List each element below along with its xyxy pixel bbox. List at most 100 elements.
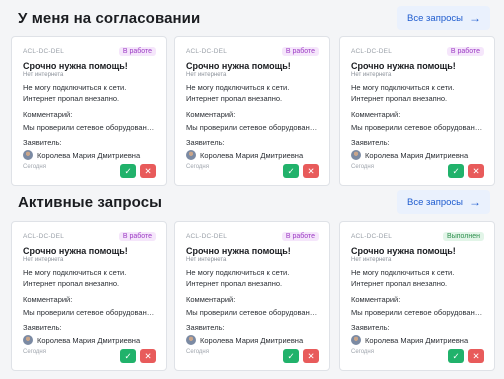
applicant-label: Заявитель: [351, 138, 390, 147]
avatar [23, 335, 33, 345]
all-requests-button[interactable]: Все запросы → [397, 190, 490, 214]
request-title: Срочно нужна помощь! [351, 246, 456, 256]
description-line: Интернет пропал внезапно. [186, 278, 283, 288]
all-requests-button[interactable]: Все запросы → [397, 6, 490, 30]
reject-button[interactable]: ✕ [303, 164, 319, 178]
applicant-label: Заявитель: [23, 138, 62, 147]
approve-button[interactable]: ✓ [283, 164, 299, 178]
request-subtitle: Нет интернета [186, 72, 227, 78]
arrow-right-icon: → [469, 195, 481, 209]
status-badge: В работе [281, 231, 319, 241]
request-code: ACL-DC-DEL [351, 47, 393, 55]
check-icon: ✓ [287, 350, 295, 361]
check-icon: ✓ [452, 165, 460, 176]
request-code: ACL-DC-DEL [23, 232, 65, 240]
request-subtitle: Нет интернета [351, 72, 392, 78]
request-code: ACL-DC-DEL [351, 232, 393, 240]
all-requests-label: Все запросы [407, 12, 463, 24]
request-card[interactable]: ACL-DC-DEL В работе Срочно нужна помощь!… [11, 221, 167, 371]
request-subtitle: Нет интернета [186, 257, 227, 263]
card-actions: ✓ ✕ [448, 349, 484, 363]
description-line: Интернет пропал внезапно. [186, 93, 283, 103]
comment-label: Комментарий: [351, 295, 401, 304]
approve-button[interactable]: ✓ [448, 164, 464, 178]
description-line: Интернет пропал внезапно. [23, 278, 120, 288]
applicant-name: Королева Мария Дмитриевна [365, 335, 469, 345]
close-icon: ✕ [307, 165, 315, 176]
description-line: Не могу подключиться к сети. [351, 83, 455, 92]
description-line: Не могу подключиться к сети. [23, 83, 127, 92]
request-card[interactable]: ACL-DC-DEL В работе Срочно нужна помощь!… [174, 221, 330, 371]
comment-label: Комментарий: [186, 295, 236, 304]
request-title: Срочно нужна помощь! [23, 246, 128, 256]
request-card[interactable]: ACL-DC-DEL В работе Срочно нужна помощь!… [174, 36, 330, 186]
reject-button[interactable]: ✕ [140, 349, 156, 363]
request-subtitle: Нет интернета [23, 257, 64, 263]
section-header-approval: У меня на согласовании Все запросы → [18, 5, 490, 31]
request-description: Не могу подключиться к сети. Интернет пр… [351, 83, 484, 104]
applicant-label: Заявитель: [23, 323, 62, 332]
avatar [186, 150, 196, 160]
reject-button[interactable]: ✕ [468, 164, 484, 178]
card-actions: ✓ ✕ [448, 164, 484, 178]
card-actions: ✓ ✕ [120, 164, 156, 178]
request-title: Срочно нужна помощь! [186, 246, 291, 256]
request-card[interactable]: ACL-DC-DEL В работе Срочно нужна помощь!… [11, 36, 167, 186]
request-description: Не могу подключиться к сети. Интернет пр… [186, 268, 319, 289]
approve-button[interactable]: ✓ [120, 349, 136, 363]
section-title: Активные запросы [18, 193, 163, 211]
comment-label: Комментарий: [23, 295, 73, 304]
description-line: Не могу подключиться к сети. [186, 83, 290, 92]
applicant-label: Заявитель: [351, 323, 390, 332]
request-card[interactable]: ACL-DC-DEL В работе Срочно нужна помощь!… [339, 36, 495, 186]
description-line: Не могу подключиться к сети. [23, 268, 127, 277]
section-header-active: Активные запросы Все запросы → [18, 189, 490, 215]
comment-label: Комментарий: [186, 110, 236, 119]
applicant: Королева Мария Дмитриевна [186, 150, 319, 160]
cards-row-active: ACL-DC-DEL В работе Срочно нужна помощь!… [11, 221, 495, 371]
approve-button[interactable]: ✓ [448, 349, 464, 363]
applicant-name: Королева Мария Дмитриевна [200, 150, 304, 160]
close-icon: ✕ [472, 165, 480, 176]
applicant-label: Заявитель: [186, 138, 225, 147]
description-line: Не могу подключиться к сети. [351, 268, 455, 277]
description-line: Не могу подключиться к сети. [186, 268, 290, 277]
applicant-name: Королева Мария Дмитриевна [365, 150, 469, 160]
comment-text: Мы проверили сетевое оборудовани... [351, 123, 484, 132]
avatar [186, 335, 196, 345]
request-subtitle: Нет интернета [23, 72, 64, 78]
all-requests-label: Все запросы [407, 196, 463, 208]
applicant-name: Королева Мария Дмитриевна [37, 150, 141, 160]
applicant: Королева Мария Дмитриевна [23, 335, 156, 345]
status-badge: Выполнен [443, 231, 484, 241]
description-line: Интернет пропал внезапно. [351, 278, 448, 288]
comment-text: Мы проверили сетевое оборудовани... [23, 308, 156, 317]
card-actions: ✓ ✕ [283, 164, 319, 178]
request-description: Не могу подключиться к сети. Интернет пр… [186, 83, 319, 104]
approve-button[interactable]: ✓ [283, 349, 299, 363]
description-line: Интернет пропал внезапно. [351, 93, 448, 103]
comment-text: Мы проверили сетевое оборудовани... [23, 123, 156, 132]
arrow-right-icon: → [469, 11, 481, 25]
request-card[interactable]: ACL-DC-DEL Выполнен Срочно нужна помощь!… [339, 221, 495, 371]
request-description: Не могу подключиться к сети. Интернет пр… [351, 268, 484, 289]
check-icon: ✓ [287, 165, 295, 176]
reject-button[interactable]: ✕ [468, 349, 484, 363]
request-title: Срочно нужна помощь! [23, 61, 128, 71]
approve-button[interactable]: ✓ [120, 164, 136, 178]
avatar [351, 335, 361, 345]
request-code: ACL-DC-DEL [186, 232, 228, 240]
reject-button[interactable]: ✕ [303, 349, 319, 363]
applicant: Королева Мария Дмитриевна [186, 335, 319, 345]
check-icon: ✓ [124, 165, 132, 176]
comment-text: Мы проверили сетевое оборудовани... [186, 308, 319, 317]
reject-button[interactable]: ✕ [140, 164, 156, 178]
applicant: Королева Мария Дмитриевна [351, 150, 484, 160]
close-icon: ✕ [472, 350, 480, 361]
request-title: Срочно нужна помощь! [186, 61, 291, 71]
comment-text: Мы проверили сетевое оборудовани... [351, 308, 484, 317]
request-subtitle: Нет интернета [351, 257, 392, 263]
close-icon: ✕ [144, 165, 152, 176]
request-description: Не могу подключиться к сети. Интернет пр… [23, 83, 156, 104]
request-title: Срочно нужна помощь! [351, 61, 456, 71]
